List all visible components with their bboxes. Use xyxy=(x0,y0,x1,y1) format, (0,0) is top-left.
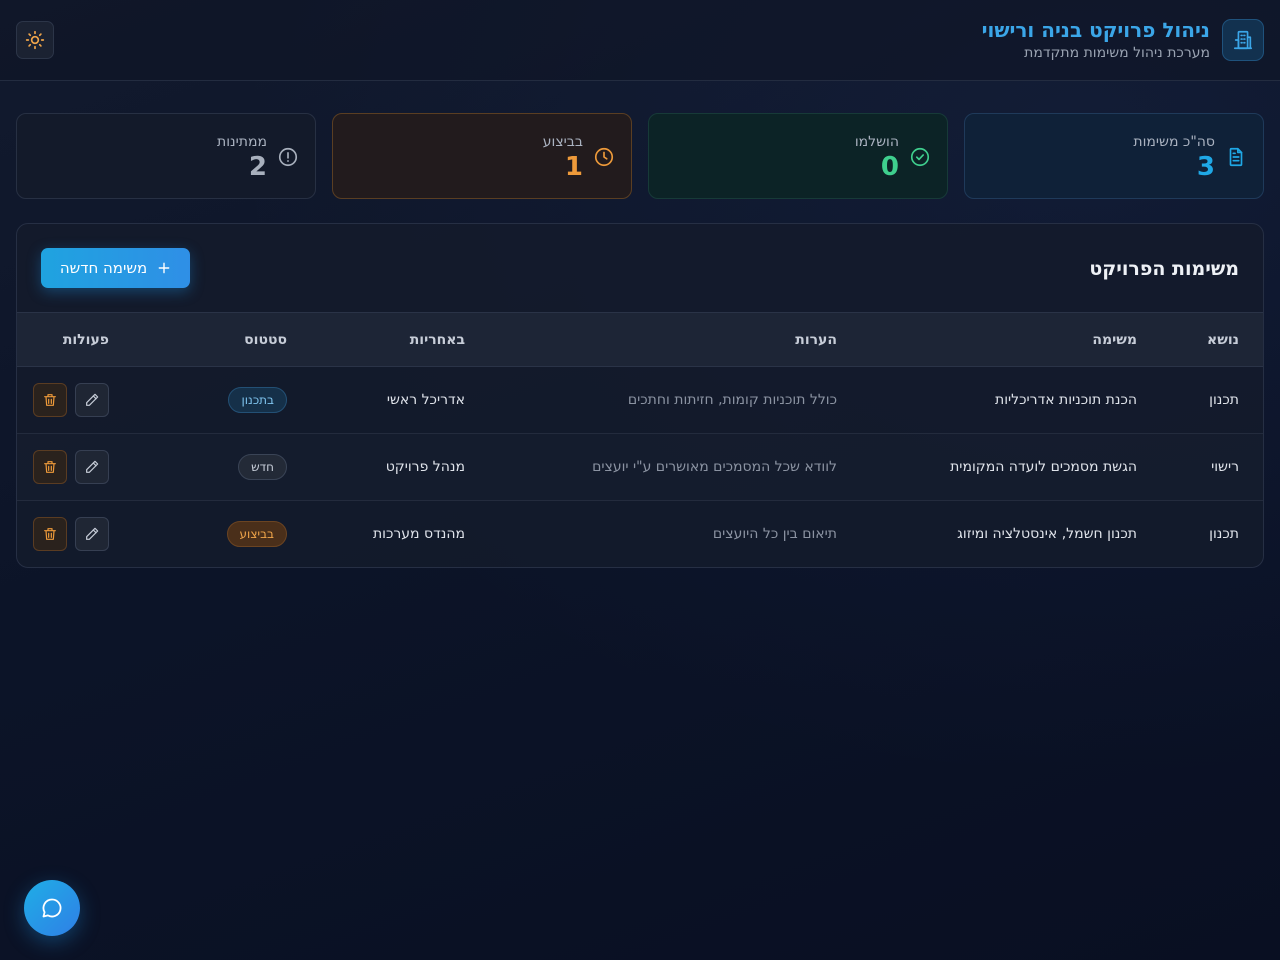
trash-icon xyxy=(44,461,56,473)
pencil-icon xyxy=(86,460,99,473)
stat-label: סה"כ משימות xyxy=(1133,134,1215,150)
trash-icon xyxy=(44,528,56,541)
status-badge: בתכנון xyxy=(228,387,287,413)
delete-button[interactable] xyxy=(33,383,67,417)
stat-card-waiting: ממתינות 2 xyxy=(16,113,316,199)
col-header-task[interactable]: משימה xyxy=(861,312,1161,367)
cell-owner: מנהל פרויקט xyxy=(385,459,465,475)
new-task-button[interactable]: משימה חדשה xyxy=(41,248,190,288)
cell-task: הגשת מסמכים לועדה המקומית xyxy=(950,459,1137,475)
table-row: תכנון תכנון חשמל, אינסטלציה ומיזוג תיאום… xyxy=(17,501,1263,568)
theme-toggle-button[interactable] xyxy=(16,21,54,59)
table-row: רישוי הגשת מסמכים לועדה המקומית לוודא שכ… xyxy=(17,434,1263,501)
col-header-notes[interactable]: הערות xyxy=(489,312,861,367)
cell-status: בתכנון xyxy=(133,367,311,434)
cell-topic: תכנון xyxy=(1209,526,1239,543)
sun-icon xyxy=(25,30,45,50)
pencil-icon xyxy=(86,527,99,541)
stat-value: 2 xyxy=(248,152,267,182)
app-subtitle: מערכת ניהול משימות מתקדמת xyxy=(1024,45,1210,61)
edit-button[interactable] xyxy=(75,450,109,484)
cell-task: תכנון חשמל, אינסטלציה ומיזוג xyxy=(957,526,1137,543)
cell-owner: מהנדס מערכות xyxy=(372,526,465,543)
app-title: ניהול פרויקט בניה ורישוי xyxy=(981,18,1210,42)
stat-value: 0 xyxy=(880,152,899,182)
status-badge: בביצוע xyxy=(226,521,287,548)
chat-bubble-icon xyxy=(42,898,62,918)
stat-value: 3 xyxy=(1196,152,1215,182)
check-circle-icon xyxy=(910,147,930,167)
status-badge: חדש xyxy=(238,454,287,480)
chat-button[interactable] xyxy=(24,880,80,936)
stat-card-in-progress: בביצוע 1 xyxy=(332,113,632,199)
tasks-panel: משימות הפרויקט משימה חדשה נושא משימה הער… xyxy=(16,223,1264,568)
new-task-label: משימה חדשה xyxy=(59,259,148,277)
document-icon xyxy=(1229,147,1243,167)
delete-button[interactable] xyxy=(33,450,67,484)
cell-actions xyxy=(17,434,133,501)
cell-topic: תכנון xyxy=(1209,392,1239,408)
cell-owner: אדריכל ראשי xyxy=(386,392,465,408)
table-row: תכנון הכנת תוכניות אדריכליות כולל תוכניו… xyxy=(17,367,1263,434)
top-bar: ניהול פרויקט בניה ורישוי מערכת ניהול משי… xyxy=(0,0,1280,81)
cell-topic: רישוי xyxy=(1211,459,1239,475)
col-header-topic[interactable]: נושא xyxy=(1161,312,1263,367)
col-header-owner[interactable]: באחריות xyxy=(311,312,489,367)
table-header-row: נושא משימה הערות באחריות סטטוס פעולות xyxy=(17,312,1263,367)
stat-label: הושלמו xyxy=(854,134,899,150)
cell-notes: כולל תוכניות קומות, חזיתות וחתכים xyxy=(627,392,837,408)
stat-label: ממתינות xyxy=(217,134,267,150)
cell-status: חדש xyxy=(133,434,311,501)
pencil-icon xyxy=(86,393,99,406)
col-header-status[interactable]: סטטוס xyxy=(133,312,311,367)
edit-button[interactable] xyxy=(75,383,109,417)
delete-button[interactable] xyxy=(33,517,67,552)
stat-value: 1 xyxy=(564,152,583,182)
cell-notes: תיאום בין כל היועצים xyxy=(712,526,837,543)
cell-actions xyxy=(17,501,133,568)
panel-title: משימות הפרויקט xyxy=(1089,258,1239,280)
alert-circle-icon xyxy=(278,147,298,167)
cell-status: בביצוע xyxy=(133,501,311,568)
cell-actions xyxy=(17,367,133,434)
cell-task: הכנת תוכניות אדריכליות xyxy=(995,392,1137,408)
trash-icon xyxy=(44,394,56,406)
clock-icon xyxy=(594,147,614,167)
plus-icon xyxy=(158,262,170,274)
tasks-table: נושא משימה הערות באחריות סטטוס פעולות תכ… xyxy=(17,312,1263,568)
col-header-actions: פעולות xyxy=(17,312,133,367)
cell-notes: לוודא שכל המסמכים מאושרים ע"י יועצים xyxy=(592,459,837,475)
edit-button[interactable] xyxy=(75,517,109,552)
building-icon xyxy=(1222,18,1264,61)
stat-card-done: הושלמו 0 xyxy=(648,113,948,199)
stat-label: בביצוע xyxy=(542,134,583,150)
brand: ניהול פרויקט בניה ורישוי מערכת ניהול משי… xyxy=(982,18,1264,61)
stat-card-total: סה"כ משימות 3 xyxy=(964,113,1264,199)
